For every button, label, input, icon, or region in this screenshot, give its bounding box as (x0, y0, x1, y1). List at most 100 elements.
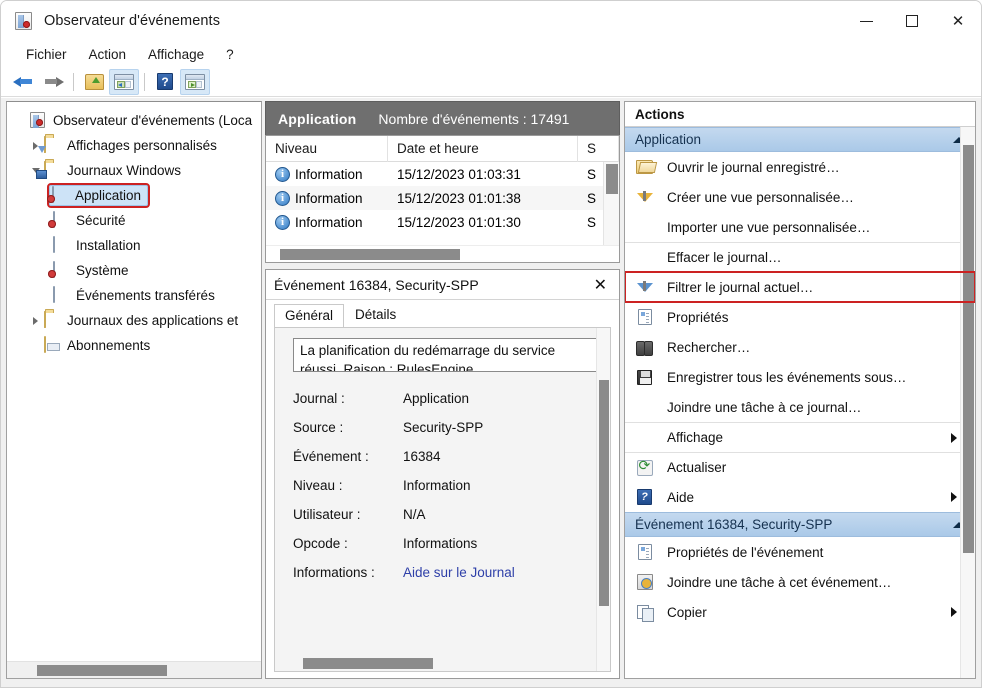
field-row: Journal : Application (293, 384, 610, 413)
log-help-link[interactable]: Aide sur le Journal (403, 565, 515, 580)
action-joindre-tache-evenement[interactable]: Joindre une tâche à cet événement… (625, 567, 975, 597)
log-name: Application (278, 111, 356, 127)
field-key: Source : (293, 420, 403, 435)
scrollbar-thumb[interactable] (599, 380, 609, 606)
menu-affichage[interactable]: Affichage (137, 44, 215, 65)
filter-icon (635, 283, 654, 292)
close-button[interactable]: ✕ (935, 1, 981, 41)
status-bar (1, 679, 981, 687)
field-key: Utilisateur : (293, 507, 403, 522)
action-label: Importer une vue personnalisée… (667, 220, 975, 235)
tree-item-label: Événements transférés (76, 288, 215, 303)
sidebar-item-affichages-personnalises[interactable]: Affichages personnalisés (7, 133, 261, 158)
find-icon (635, 341, 654, 354)
sidebar-item-journaux-windows[interactable]: Journaux Windows (7, 158, 261, 183)
tree-horizontal-scrollbar[interactable] (7, 661, 261, 678)
tab-general[interactable]: Général (274, 304, 344, 328)
subscription-icon (44, 337, 61, 354)
row-datetime: 15/12/2023 01:01:30 (388, 210, 578, 234)
scrollbar-thumb[interactable] (37, 665, 167, 676)
create-custom-view-icon (635, 193, 654, 202)
action-proprietes-evenement[interactable]: Propriétés de l'événement (625, 537, 975, 567)
center-pane: Application Nombre d'événements : 17491 … (265, 101, 620, 679)
action-actualiser[interactable]: Actualiser (625, 452, 975, 482)
show-hide-action-pane-icon[interactable] (180, 69, 210, 95)
detail-vertical-scrollbar[interactable] (596, 328, 610, 671)
sidebar-item-journaux-applications[interactable]: Journaux des applications et (7, 308, 261, 333)
menu-aide[interactable]: ? (215, 44, 245, 65)
sidebar-item-evenements-transferes[interactable]: Événements transférés (7, 283, 261, 308)
event-list-vertical-scrollbar[interactable] (603, 162, 619, 245)
open-folder-icon[interactable] (79, 69, 109, 95)
toolbar: ? (1, 67, 981, 97)
scrollbar-thumb[interactable] (606, 164, 618, 194)
table-row[interactable]: i Information 15/12/2023 01:01:38 S (266, 186, 619, 210)
properties-icon (635, 309, 654, 325)
actions-section-header-application[interactable]: Application (625, 127, 975, 152)
close-icon[interactable]: ✕ (590, 275, 611, 294)
forward-arrow-icon[interactable] (38, 69, 68, 95)
folder-funnel-icon (44, 137, 61, 154)
table-row[interactable]: i Information 15/12/2023 01:01:30 S (266, 210, 619, 234)
maximize-button[interactable] (889, 1, 935, 41)
scrollbar-thumb[interactable] (280, 249, 460, 260)
event-message-box[interactable]: La planification du redémarrage du servi… (293, 338, 598, 372)
menu-action[interactable]: Action (78, 44, 138, 65)
help-icon[interactable]: ? (150, 69, 180, 95)
event-viewer-icon (30, 112, 47, 129)
sidebar-item-installation[interactable]: Installation (7, 233, 261, 258)
field-value: Application (403, 391, 469, 406)
sidebar-item-abonnements[interactable]: Abonnements (7, 333, 261, 358)
menu-bar: Fichier Action Affichage ? (1, 41, 981, 67)
action-label: Actualiser (667, 460, 975, 475)
application-selection-highlight[interactable]: Application (49, 185, 148, 206)
action-copier[interactable]: Copier (625, 597, 975, 627)
action-ouvrir-journal-enregistre[interactable]: Ouvrir le journal enregistré… (625, 152, 975, 182)
action-filtrer-journal-actuel[interactable]: Filtrer le journal actuel… (625, 272, 975, 302)
column-header-niveau[interactable]: Niveau (266, 136, 388, 162)
sidebar-item-application[interactable]: Application (7, 183, 261, 208)
event-viewer-window: Observateur d'événements ✕ Fichier Actio… (0, 0, 982, 688)
action-joindre-tache-journal[interactable]: Joindre une tâche à ce journal… (625, 392, 975, 422)
action-label: Rechercher… (667, 340, 975, 355)
event-list-horizontal-scrollbar[interactable] (266, 245, 619, 262)
action-label: Filtrer le journal actuel… (667, 280, 975, 295)
table-row[interactable]: i Information 15/12/2023 01:03:31 S (266, 162, 619, 186)
tree-item-label: Installation (76, 238, 141, 253)
minimize-button[interactable] (843, 1, 889, 41)
save-icon (635, 370, 654, 385)
action-proprietes[interactable]: Propriétés (625, 302, 975, 332)
column-header-source[interactable]: S (578, 136, 619, 162)
detail-horizontal-scrollbar[interactable] (275, 656, 596, 671)
detail-tabs: Général Détails (266, 300, 619, 327)
actions-vertical-scrollbar[interactable] (960, 127, 975, 678)
folder-icon (44, 312, 61, 329)
column-header-date[interactable]: Date et heure (388, 136, 578, 162)
action-enregistrer-tous-evenements[interactable]: Enregistrer tous les événements sous… (625, 362, 975, 392)
action-rechercher[interactable]: Rechercher… (625, 332, 975, 362)
menu-fichier[interactable]: Fichier (15, 44, 78, 65)
action-creer-vue-personnalisee[interactable]: Créer une vue personnalisée… (625, 182, 975, 212)
actions-section-header-evenement[interactable]: Événement 16384, Security-SPP (625, 512, 975, 537)
sidebar-item-securite[interactable]: Sécurité (7, 208, 261, 233)
submenu-arrow-icon (951, 433, 957, 443)
scrollbar-thumb[interactable] (963, 145, 974, 553)
log-header: Application Nombre d'événements : 17491 (265, 101, 620, 135)
sidebar-item-systeme[interactable]: Système (7, 258, 261, 283)
action-aide[interactable]: ? Aide (625, 482, 975, 512)
row-level-label: Information (295, 191, 363, 206)
row-level: i Information (266, 186, 388, 210)
tab-details[interactable]: Détails (344, 303, 407, 327)
action-importer-vue-personnalisee[interactable]: Importer une vue personnalisée… (625, 212, 975, 242)
event-count: Nombre d'événements : 17491 (378, 111, 569, 127)
tree-root-node[interactable]: Observateur d'événements (Loca (7, 108, 261, 133)
scrollbar-thumb[interactable] (303, 658, 433, 669)
detail-tab-body: La planification du redémarrage du servi… (274, 327, 611, 672)
field-row: Opcode : Informations (293, 529, 610, 558)
field-value: Information (403, 478, 471, 493)
back-arrow-icon[interactable] (8, 69, 38, 95)
chevron-right-icon[interactable] (27, 317, 44, 325)
action-affichage[interactable]: Affichage (625, 422, 975, 452)
action-effacer-journal[interactable]: Effacer le journal… (625, 242, 975, 272)
show-hide-tree-icon[interactable] (109, 69, 139, 95)
